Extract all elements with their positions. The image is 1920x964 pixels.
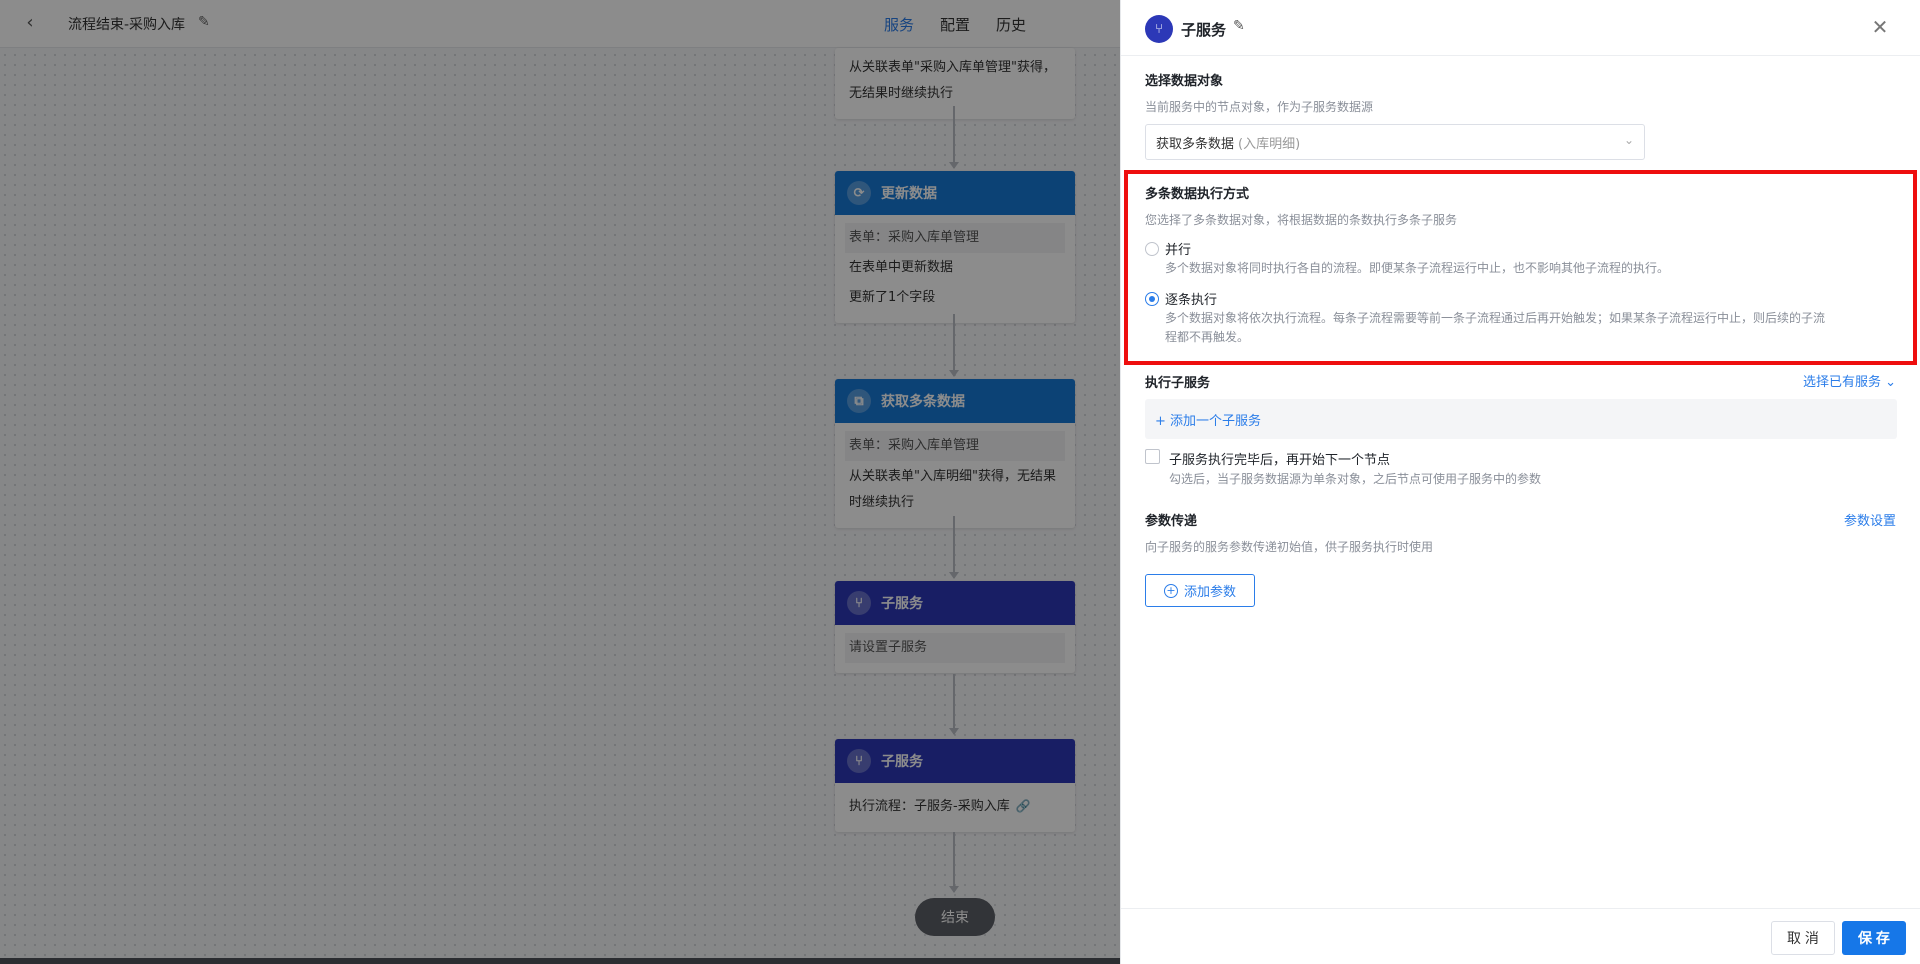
drawer-footer: 取 消 保 存: [1121, 908, 1920, 964]
radio-sequential[interactable]: 逐条执行: [1145, 289, 1217, 308]
edit-icon[interactable]: ✎: [1233, 18, 1245, 34]
params-hint: 向子服务的服务参数传递初始值，供子服务执行时使用: [1145, 540, 1434, 554]
param-settings-link[interactable]: 参数设置: [1844, 510, 1896, 529]
data-object-select[interactable]: 获取多条数据 (入库明细) ⌄: [1145, 124, 1645, 160]
chevron-down-icon: ⌄: [1885, 375, 1896, 390]
radio-button[interactable]: [1145, 241, 1159, 256]
flow-canvas[interactable]: ‹ 流程结束-采购入库 ✎ 服务 配置 历史 从关联表单"采购入库单管理"获得，…: [0, 0, 1120, 964]
radio-desc: 多个数据对象将依次执行流程。每条子流程需要等前一条子流程通过后再开始触发；如果某…: [1165, 309, 1885, 347]
modal-overlay[interactable]: [0, 0, 1120, 964]
add-param-button[interactable]: + 添加参数: [1145, 574, 1255, 607]
exec-sub-title: 执行子服务: [1145, 376, 1211, 391]
select-value-sub: (入库明细): [1238, 136, 1301, 152]
checkbox-hint: 勾选后，当子服务数据源为单条对象，之后节点可使用子服务中的参数: [1169, 472, 1542, 486]
save-button[interactable]: 保 存: [1842, 921, 1906, 955]
checkbox-label: 子服务执行完毕后，再开始下一个节点: [1169, 453, 1391, 468]
radio-label: 逐条执行: [1165, 293, 1218, 308]
radio-desc-line: 程都不再触发。: [1165, 330, 1250, 344]
params-title: 参数传递: [1145, 514, 1198, 529]
radio-button[interactable]: [1145, 291, 1159, 306]
radio-desc-line: 多个数据对象将依次执行流程。每条子流程需要等前一条子流程通过后再开始触发；如果某…: [1165, 311, 1826, 325]
select-data-hint: 当前服务中的节点对象，作为子服务数据源: [1145, 100, 1374, 114]
exec-mode-hint: 您选择了多条数据对象，将根据数据的条数执行多条子服务: [1145, 213, 1458, 227]
drawer-title: 子服务: [1181, 21, 1227, 39]
cancel-button[interactable]: 取 消: [1771, 921, 1835, 955]
bottom-bar: [0, 958, 1120, 964]
sub-service-drawer: ⑂ 子服务 ✎ ✕ 选择数据对象 当前服务中的节点对象，作为子服务数据源 获取多…: [1120, 0, 1920, 964]
radio-desc: 多个数据对象将同时执行各自的流程。即便某条子流程运行中止，也不影响其他子流程的执…: [1165, 261, 1670, 275]
plus-circle-icon: +: [1163, 583, 1178, 598]
drawer-header: ⑂ 子服务 ✎ ✕: [1121, 0, 1920, 56]
chevron-down-icon: ⌄: [1623, 133, 1634, 147]
wait-complete-checkbox[interactable]: [1145, 449, 1160, 464]
select-existing-link[interactable]: 选择已有服务 ⌄: [1803, 371, 1896, 390]
add-param-label: 添加参数: [1183, 585, 1236, 600]
radio-label: 并行: [1165, 243, 1192, 258]
select-existing-label: 选择已有服务: [1802, 375, 1881, 390]
close-icon[interactable]: ✕: [1868, 16, 1892, 40]
add-sub-service-button[interactable]: + 添加一个子服务: [1145, 399, 1897, 439]
select-data-title: 选择数据对象: [1145, 74, 1224, 89]
exec-mode-title: 多条数据执行方式: [1145, 187, 1250, 202]
sub-service-icon: ⑂: [1145, 15, 1173, 43]
radio-parallel[interactable]: 并行: [1145, 239, 1191, 258]
select-value: 获取多条数据: [1156, 136, 1235, 152]
